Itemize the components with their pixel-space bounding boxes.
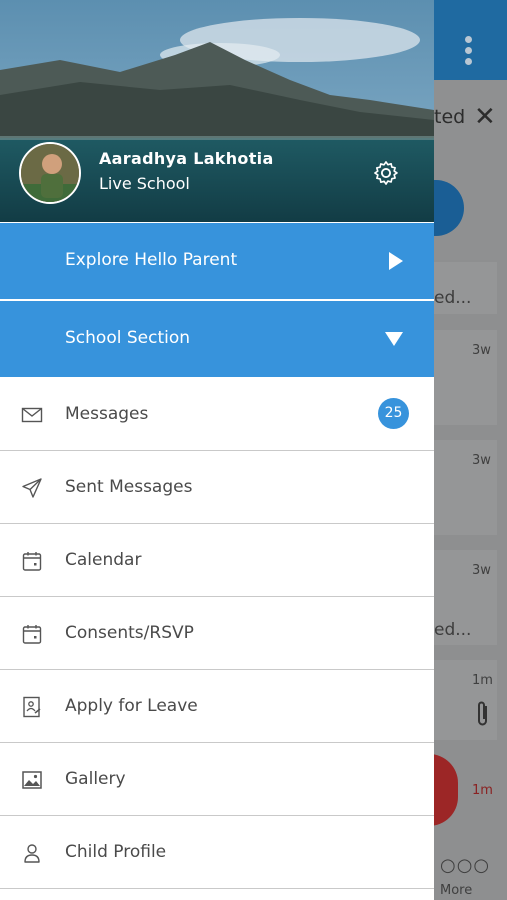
menu-item-label: Child Profile	[65, 842, 167, 862]
calendar-icon	[22, 552, 42, 571]
menu-item-label: Sent Messages	[65, 477, 193, 497]
calendar-icon	[22, 625, 42, 644]
menu-item-calendar[interactable]: Calendar	[0, 524, 434, 597]
background-time: 3w	[472, 343, 491, 358]
chevron-down-icon	[385, 332, 403, 346]
paperclip-icon	[478, 701, 487, 726]
menu-item-messages[interactable]: Messages 25	[0, 378, 434, 451]
menu-item-consents-rsvp[interactable]: Consents/RSVP	[0, 597, 434, 670]
school-name: Live School	[99, 174, 190, 193]
leave-document-icon	[23, 696, 41, 718]
gear-icon[interactable]	[372, 159, 400, 187]
background-card-text: ed...	[434, 620, 472, 640]
menu-item-apply-for-leave[interactable]: Apply for Leave	[0, 670, 434, 743]
school-section-row[interactable]: School Section	[0, 301, 434, 377]
play-arrow-icon	[389, 252, 403, 270]
unread-count-badge: 25	[378, 398, 409, 429]
more-tab-label[interactable]: More	[440, 883, 472, 898]
avatar[interactable]	[19, 142, 81, 204]
close-icon[interactable]: ✕	[474, 104, 496, 130]
school-section-label: School Section	[65, 328, 191, 348]
menu-item-child-profile[interactable]: Child Profile	[0, 816, 434, 889]
explore-hello-parent-row[interactable]: Explore Hello Parent	[0, 223, 434, 299]
background-card-text: ed...	[434, 288, 472, 308]
more-options-icon[interactable]	[462, 36, 474, 70]
more-tab-icon[interactable]: ○○○	[440, 855, 490, 876]
navigation-drawer: Aaradhya Lakhotia Live School Explore He…	[0, 0, 434, 900]
menu-item-sent-messages[interactable]: Sent Messages	[0, 451, 434, 524]
menu-item-label: Apply for Leave	[65, 696, 198, 716]
menu-item-label: Gallery	[65, 769, 126, 789]
background-time: 3w	[472, 453, 491, 468]
drawer-header: Aaradhya Lakhotia Live School	[0, 0, 434, 222]
background-time: 1m	[472, 673, 493, 688]
menu-item-gallery[interactable]: Gallery	[0, 743, 434, 816]
envelope-icon	[21, 407, 43, 423]
background-time: 3w	[472, 563, 491, 578]
image-icon	[22, 771, 42, 789]
person-icon	[24, 844, 40, 863]
explore-hello-parent-label: Explore Hello Parent	[65, 250, 238, 270]
menu-item-label: Calendar	[65, 550, 142, 570]
background-time: 1m	[472, 783, 493, 798]
background-title-fragment: ted	[434, 106, 466, 128]
user-name: Aaradhya Lakhotia	[99, 149, 274, 168]
menu-item-label: Messages	[65, 404, 149, 424]
menu-item-label: Consents/RSVP	[65, 623, 194, 643]
paper-plane-icon	[22, 478, 42, 498]
